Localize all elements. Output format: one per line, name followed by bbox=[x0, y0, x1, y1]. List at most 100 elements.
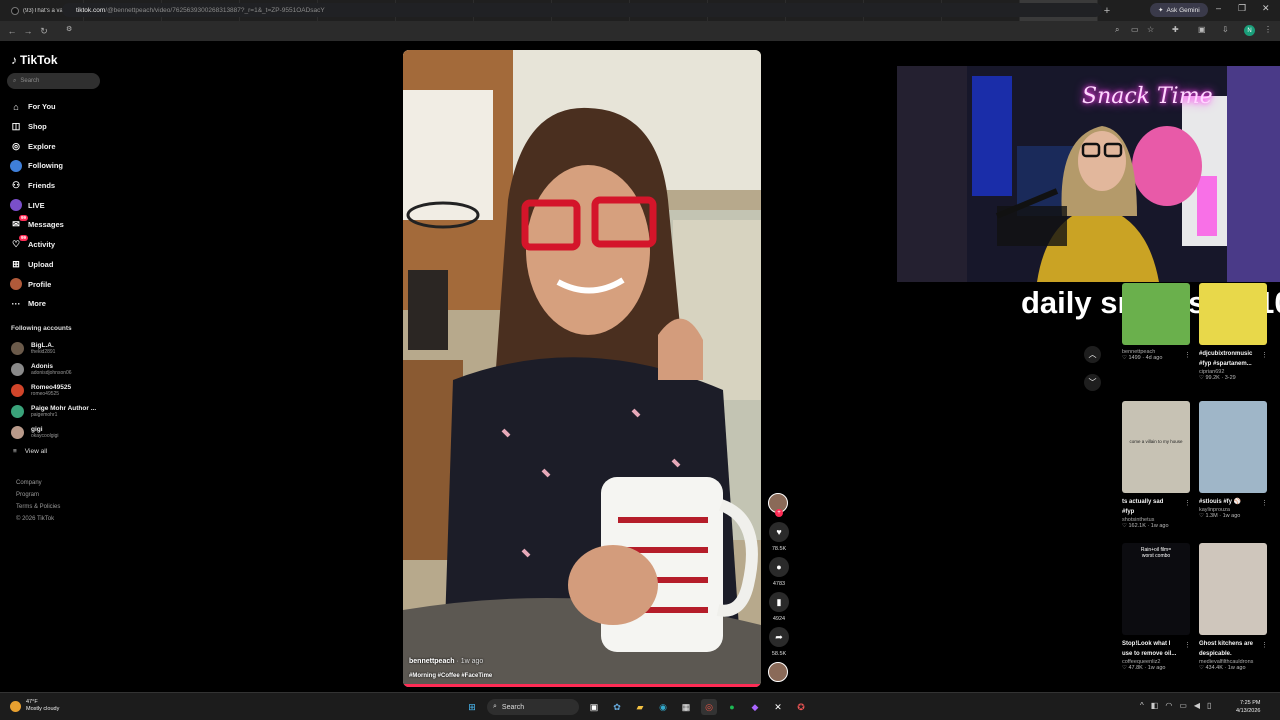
sound-disc-avatar[interactable] bbox=[768, 662, 788, 682]
following-account[interactable]: Adonis adonisdjohnson06 bbox=[11, 363, 72, 376]
comment-action[interactable]: ● 4783 bbox=[768, 557, 790, 587]
maximize-icon[interactable]: ❐ bbox=[1238, 3, 1246, 14]
search-input[interactable]: ⌕ Search bbox=[7, 73, 100, 89]
footer-link[interactable]: Terms & Policies bbox=[16, 501, 60, 513]
tray-wifi-icon[interactable]: ◠ bbox=[1165, 701, 1172, 710]
taskbar-search[interactable]: ⌕ Search bbox=[487, 699, 579, 715]
volume-icon[interactable]: ◀ bbox=[1194, 701, 1200, 710]
like-action[interactable]: ♥ 78.5K bbox=[768, 522, 790, 552]
video-thumbnail[interactable]: Rain+oil film= worst combo bbox=[1122, 543, 1190, 635]
video-thumbnail[interactable]: come a villain to my house bbox=[1122, 401, 1190, 493]
battery-icon[interactable]: ▯ bbox=[1207, 701, 1211, 710]
app-icon[interactable]: ✪ bbox=[793, 699, 809, 715]
nav-item-shop[interactable]: ◫ Shop bbox=[10, 117, 64, 137]
comment-icon[interactable]: ● bbox=[769, 557, 789, 577]
copilot-icon[interactable]: ✿ bbox=[609, 699, 625, 715]
windows-start-icon[interactable]: ⊞ bbox=[464, 699, 480, 715]
chrome-icon[interactable]: ◎ bbox=[701, 699, 717, 715]
extensions-icon[interactable]: ✚ bbox=[1172, 25, 1179, 34]
ask-gemini-button[interactable]: ✦ Ask Gemini bbox=[1150, 3, 1208, 17]
video-thumbnail[interactable] bbox=[1199, 401, 1267, 493]
window-close-icon[interactable]: ✕ bbox=[1262, 3, 1270, 14]
nav-item-messages[interactable]: ✉ 99 Messages bbox=[10, 214, 64, 235]
related-likes: ♡ 1499 bbox=[1122, 355, 1141, 361]
following-account[interactable]: gigi okaycoolgigi bbox=[11, 426, 59, 439]
video-thumbnail[interactable] bbox=[1199, 283, 1267, 345]
save-action[interactable]: ▮ 4924 bbox=[768, 592, 790, 622]
bookmark-icon[interactable]: ▮ bbox=[769, 592, 789, 612]
video-thumbnail[interactable] bbox=[1199, 543, 1267, 635]
video-hashtags[interactable]: #Morning #Coffee #FaceTime bbox=[409, 673, 492, 679]
side-panel-icon[interactable]: ▣ bbox=[1198, 25, 1206, 34]
more-options-icon[interactable]: ⋮ bbox=[1261, 641, 1268, 649]
nav-item-for-you[interactable]: ⌂ For You bbox=[10, 97, 64, 117]
bookmark-star-icon[interactable]: ☆ bbox=[1147, 25, 1154, 34]
following-account[interactable]: BigL.A. thekid2891 bbox=[11, 342, 55, 355]
following-account[interactable]: Romeo49525 romeo49525 bbox=[11, 384, 71, 397]
messenger-icon[interactable]: ◆ bbox=[747, 699, 763, 715]
nav-item-friends[interactable]: ⚇ Friends bbox=[10, 176, 64, 196]
share-arrow-icon[interactable]: ➦ bbox=[769, 627, 789, 647]
nav-item-live[interactable]: LIVE bbox=[10, 195, 64, 215]
clock-date: 4/13/2026 bbox=[1236, 708, 1261, 714]
following-account[interactable]: Paige Mohr Author ... paigemohr1 bbox=[11, 405, 96, 418]
related-video-card[interactable]: #djcubixtronmusic #fyp #spartanem... cipri… bbox=[1199, 283, 1267, 381]
share-action[interactable]: ➦ 58.5K bbox=[768, 627, 790, 657]
footer-link[interactable]: Company bbox=[16, 477, 60, 489]
next-video-button[interactable]: ﹀ bbox=[1084, 374, 1101, 391]
nav-item-more[interactable]: ··· More bbox=[10, 294, 64, 314]
related-video-card[interactable]: Rain+oil film= worst combo Stop!Look what… bbox=[1122, 543, 1190, 671]
forward-icon[interactable]: → bbox=[20, 26, 36, 36]
more-options-icon[interactable]: ⋮ bbox=[1184, 641, 1191, 649]
previous-video-button[interactable]: ︿ bbox=[1084, 346, 1101, 363]
nav-item-upload[interactable]: ⊞ Upload bbox=[10, 255, 64, 275]
task-view-icon[interactable]: ▣ bbox=[586, 699, 602, 715]
follow-plus-icon[interactable]: + bbox=[775, 509, 783, 517]
related-video-card[interactable]: bennettpeach ♡ 1499 · 4d ago bbox=[1122, 283, 1190, 361]
related-video-card[interactable]: #stlouis #fy ⚾ kaylinprouza ♡ 1.3M · 1w ag… bbox=[1199, 401, 1267, 519]
more-options-icon[interactable]: ⋮ bbox=[1184, 499, 1191, 507]
video-author[interactable]: bennettpeach bbox=[409, 658, 455, 665]
back-icon[interactable]: ← bbox=[4, 26, 20, 36]
xbox-icon[interactable]: ✕ bbox=[770, 699, 786, 715]
view-all-button[interactable]: ≡ View all bbox=[13, 448, 47, 455]
related-video-card[interactable]: come a villain to my house ts actually sa… bbox=[1122, 401, 1190, 529]
weather-widget[interactable]: 47°F Mostly cloudy bbox=[10, 699, 59, 713]
tray-network-icon[interactable]: ▭ bbox=[1179, 701, 1187, 710]
avatar bbox=[11, 405, 24, 418]
author-avatar[interactable]: + bbox=[768, 493, 788, 517]
video-thumbnail[interactable] bbox=[1122, 283, 1190, 345]
store-icon[interactable]: ▦ bbox=[678, 699, 694, 715]
taskbar-clock[interactable]: 7:25 PM 4/13/2026 bbox=[1236, 699, 1260, 715]
browser-profile-avatar[interactable]: N bbox=[1244, 25, 1255, 36]
messages-icon: ✉ 99 bbox=[12, 214, 28, 230]
related-likes: ♡ 434.4K bbox=[1199, 665, 1223, 671]
footer-link[interactable]: Program bbox=[16, 489, 60, 501]
browser-menu-icon[interactable]: ⋮ bbox=[1264, 25, 1272, 34]
cast-icon[interactable]: ▭ bbox=[1131, 25, 1139, 34]
nav-item-profile[interactable]: Profile bbox=[10, 274, 64, 294]
nav-item-activity[interactable]: ♡ 99 Activity bbox=[10, 234, 64, 255]
more-options-icon[interactable]: ⋮ bbox=[1184, 351, 1191, 359]
tiktok-logo[interactable]: ♪ TikTok bbox=[11, 53, 58, 67]
edge-icon[interactable]: ◉ bbox=[655, 699, 671, 715]
tray-chevron-icon[interactable]: ^ bbox=[1140, 701, 1144, 710]
avatar bbox=[11, 342, 24, 355]
related-video-card[interactable]: Ghost kitchens are despicable. medievalfil… bbox=[1199, 543, 1267, 671]
more-options-icon[interactable]: ⋮ bbox=[1261, 351, 1268, 359]
tray-app-icon[interactable]: ◧ bbox=[1151, 701, 1159, 710]
video-progress-bar[interactable] bbox=[403, 684, 761, 687]
site-info-icon[interactable]: ⚙ bbox=[66, 25, 72, 33]
nav-item-following[interactable]: Following bbox=[10, 156, 64, 176]
zoom-search-icon[interactable]: ⌕ bbox=[1115, 25, 1119, 35]
minimize-icon[interactable]: – bbox=[1216, 3, 1221, 13]
spotify-icon[interactable]: ● bbox=[724, 699, 740, 715]
reload-icon[interactable]: ↻ bbox=[36, 26, 52, 37]
nav-item-explore[interactable]: ◎ Explore bbox=[10, 136, 64, 156]
file-explorer-icon[interactable]: ▰ bbox=[632, 699, 648, 715]
more-options-icon[interactable]: ⋮ bbox=[1261, 499, 1268, 507]
url-field[interactable]: tiktok.com/@bennettpeach/video/762563930… bbox=[62, 3, 1102, 17]
heart-icon[interactable]: ♥ bbox=[769, 522, 789, 542]
download-icon[interactable]: ⇩ bbox=[1222, 25, 1229, 34]
video-player[interactable]: bennettpeach · 1w ago #Morning #Coffee #… bbox=[403, 50, 761, 687]
